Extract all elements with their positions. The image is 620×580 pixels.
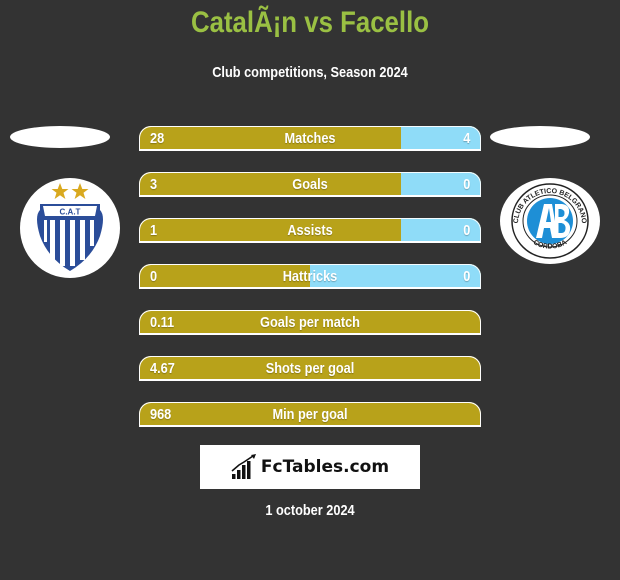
stat-label: Hattricks (282, 268, 338, 285)
right-player-placeholder (490, 126, 590, 148)
stat-row-goals-per-match: 0.11 Goals per match (139, 310, 481, 335)
stat-label: Min per goal (272, 406, 348, 423)
left-value: 1 (150, 222, 158, 239)
right-value: 0 (462, 268, 470, 285)
right-value: 4 (462, 130, 470, 147)
right-value: 0 (462, 222, 470, 239)
bar-chart-logo-icon (231, 454, 256, 479)
left-value: 0 (150, 268, 158, 285)
stat-row-min-per-goal: 968 Min per goal (139, 402, 481, 427)
left-team-logo[interactable]: C.A.T (20, 178, 120, 278)
stat-label: Matches (284, 130, 336, 147)
fctables-banner[interactable]: FcTables.com (200, 445, 420, 489)
fctables-brand-text: FcTables.com (260, 457, 390, 477)
stat-label: Goals per match (260, 314, 360, 331)
talleres-crest-icon: C.A.T (37, 183, 103, 271)
page-title: CatalÃ¡n vs Facello (190, 6, 430, 39)
stat-row-assists: 1 Assists 0 (139, 218, 481, 243)
right-team-logo[interactable]: CLUB ATLETICO BELGRANO CORDOBA (500, 178, 600, 264)
stat-row-shots-per-goal: 4.67 Shots per goal (139, 356, 481, 381)
stat-label: Shots per goal (265, 360, 355, 377)
left-value: 3 (150, 176, 158, 193)
stat-row-hattricks: 0 Hattricks 0 (139, 264, 481, 289)
stat-label: Goals (292, 176, 328, 193)
stat-row-goals: 3 Goals 0 (139, 172, 481, 197)
page-subtitle: Club competitions, Season 2024 (212, 64, 408, 81)
right-value: 0 (462, 176, 470, 193)
stat-row-matches: 28 Matches 4 (139, 126, 481, 151)
date-label: 1 october 2024 (265, 502, 355, 519)
stat-label: Assists (287, 222, 333, 239)
crest-text: C.A.T (60, 208, 81, 217)
belgrano-crest-icon: CLUB ATLETICO BELGRANO CORDOBA (511, 183, 589, 259)
left-player-placeholder (10, 126, 110, 148)
left-value: 28 (150, 130, 165, 147)
